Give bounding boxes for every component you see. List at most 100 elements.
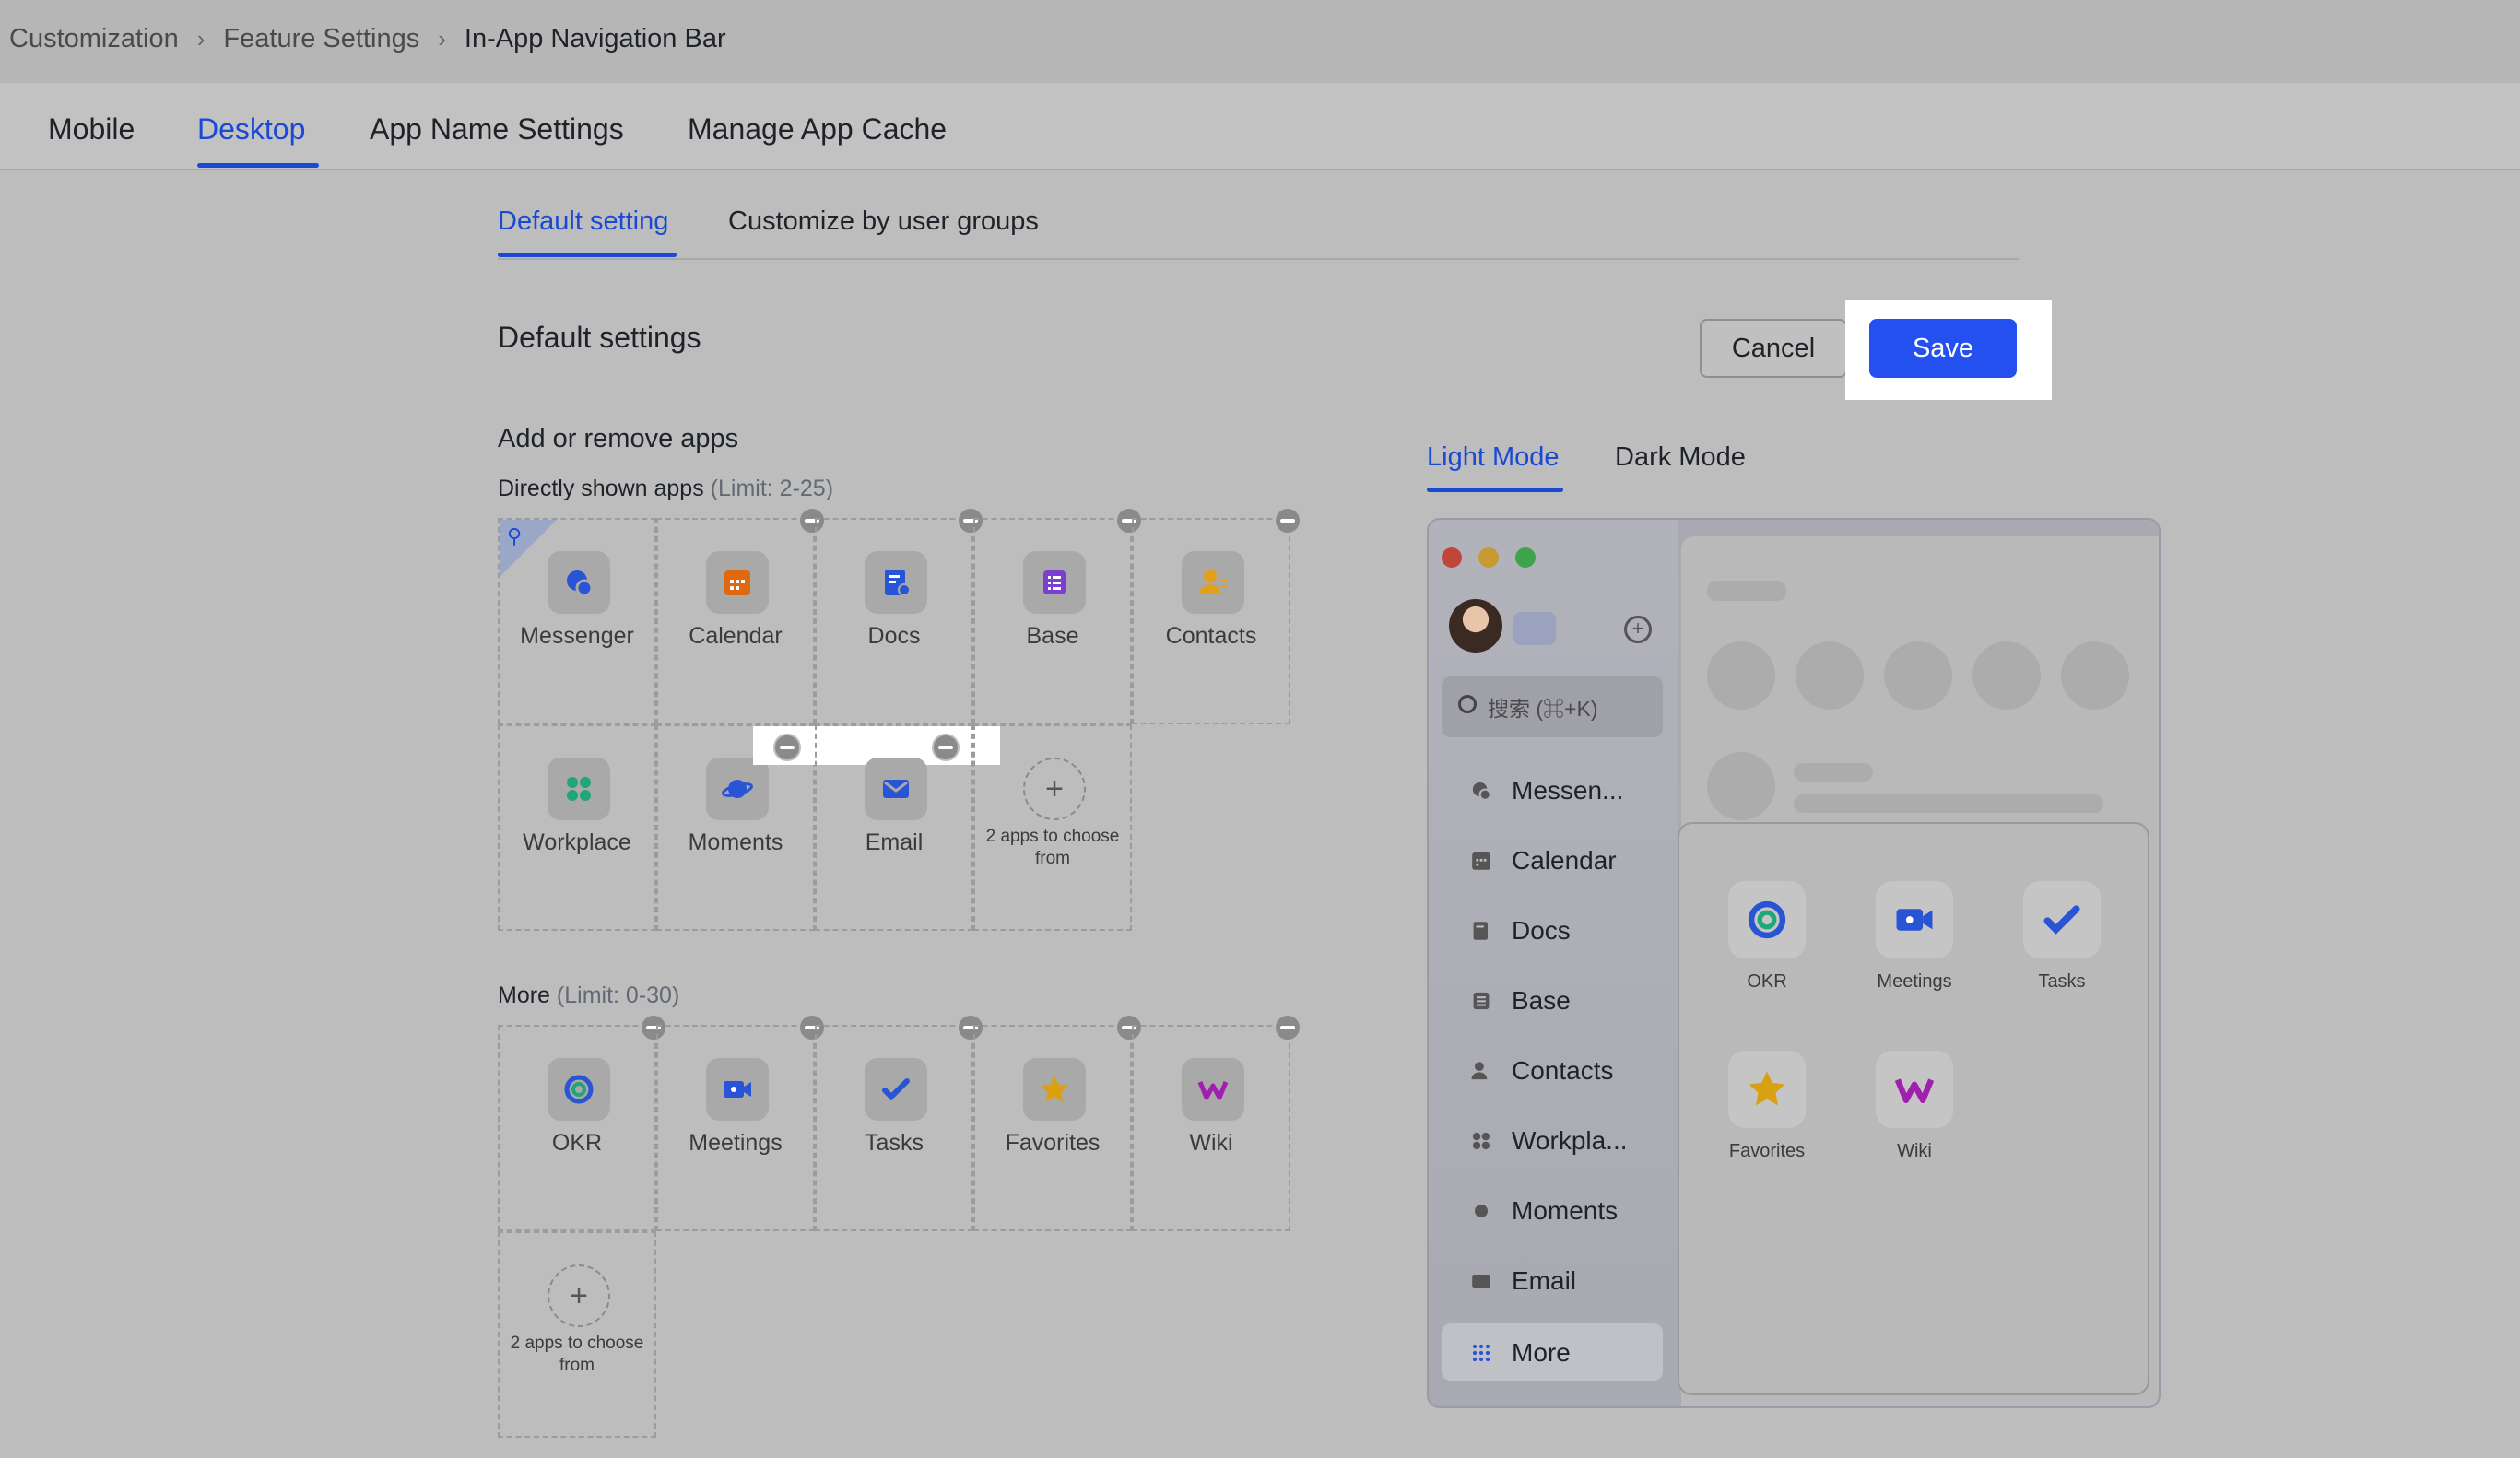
- app-cell-okr[interactable]: OKR: [498, 1014, 667, 1231]
- workplace-icon: [1467, 1127, 1495, 1155]
- more-grid-icon: [1467, 1339, 1495, 1367]
- app-cell-contacts[interactable]: Contacts: [1132, 507, 1301, 724]
- more-apps-panel: OKR Meetings Tasks Favorites Wiki: [1678, 822, 2149, 1395]
- app-cell-workplace[interactable]: Workplace: [498, 724, 656, 931]
- placeholder-bar: [1794, 763, 1873, 782]
- calendar-icon: [706, 551, 769, 614]
- tab-mobile[interactable]: Mobile: [48, 112, 135, 147]
- placeholder-circle: [2061, 641, 2129, 710]
- wiki-icon: [1182, 1058, 1244, 1121]
- window-close-icon: [1442, 547, 1462, 568]
- tasks-icon: [2023, 881, 2101, 958]
- subtab-default-setting[interactable]: Default setting: [498, 206, 668, 237]
- app-label: Email: [865, 829, 924, 855]
- add-apps-text: 2 apps to choose from: [510, 1334, 644, 1375]
- meetings-icon: [1876, 881, 1953, 958]
- app-label: Workplace: [523, 829, 631, 855]
- tab-desktop[interactable]: Desktop: [197, 112, 305, 147]
- app-label: Calendar: [689, 623, 783, 649]
- contacts-icon: [1467, 1057, 1495, 1085]
- direct-apps-label: Directly shown apps (Limit: 2-25): [498, 476, 834, 501]
- chevron-right-icon: ›: [196, 25, 206, 53]
- app-label: Meetings: [689, 1130, 783, 1156]
- base-icon: [1467, 987, 1495, 1015]
- more-app-favorites[interactable]: Favorites: [1707, 1051, 1827, 1162]
- tab-dark-mode[interactable]: Dark Mode: [1615, 442, 1746, 473]
- email-icon: [1467, 1267, 1495, 1295]
- calendar-icon: [1467, 847, 1495, 875]
- section-title: Add or remove apps: [498, 424, 739, 453]
- window-maximize-icon: [1515, 547, 1536, 568]
- add-app-cell[interactable]: + 2 apps to choose from: [973, 724, 1132, 931]
- app-cell-base[interactable]: Base: [973, 507, 1143, 724]
- app-cell-tasks[interactable]: Tasks: [815, 1014, 984, 1231]
- app-label: Wiki: [1189, 1130, 1233, 1156]
- moments-icon: [706, 758, 769, 820]
- remove-icon[interactable]: [773, 734, 801, 761]
- add-app-cell[interactable]: + 2 apps to choose from: [498, 1231, 656, 1438]
- more-app-okr[interactable]: OKR: [1707, 881, 1827, 993]
- app-label: Docs: [867, 623, 921, 649]
- moments-icon: [1467, 1197, 1495, 1225]
- app-cell-docs[interactable]: Docs: [815, 507, 984, 724]
- nav-item-messenger: Messen...: [1467, 776, 1623, 805]
- active-tab-indicator: [197, 163, 319, 168]
- add-icon: +: [1624, 616, 1652, 643]
- app-cell-messenger[interactable]: ⚲ Messenger: [498, 518, 656, 724]
- nav-item-workplace: Workpla...: [1467, 1126, 1628, 1156]
- app-cell-wiki[interactable]: Wiki: [1132, 1014, 1301, 1231]
- active-mode-indicator: [1427, 488, 1563, 492]
- tab-app-name-settings[interactable]: App Name Settings: [370, 112, 624, 147]
- favorites-icon: [1023, 1058, 1086, 1121]
- email-icon: [865, 758, 927, 820]
- app-cell-calendar[interactable]: Calendar: [656, 507, 826, 724]
- breadcrumb-customization[interactable]: Customization: [9, 24, 179, 54]
- cancel-button[interactable]: Cancel: [1700, 319, 1847, 378]
- nav-item-contacts: Contacts: [1467, 1056, 1614, 1086]
- page-title: Default settings: [498, 321, 701, 354]
- nav-item-more: More: [1467, 1338, 1571, 1368]
- app-cell-email[interactable]: Email: [815, 724, 973, 931]
- contacts-icon: [1182, 551, 1244, 614]
- remove-icon[interactable]: [1274, 1014, 1301, 1041]
- nav-item-moments: Moments: [1467, 1196, 1618, 1226]
- okr-icon: [548, 1058, 610, 1121]
- pin-icon: ⚲: [507, 524, 523, 547]
- plus-icon[interactable]: +: [1023, 758, 1086, 820]
- placeholder-circle: [1884, 641, 1952, 710]
- more-app-meetings[interactable]: Meetings: [1855, 881, 1974, 993]
- placeholder-circle: [1972, 641, 2041, 710]
- nav-item-email: Email: [1467, 1266, 1576, 1296]
- meetings-icon: [706, 1058, 769, 1121]
- wiki-icon: [1876, 1051, 1953, 1128]
- messenger-icon: [548, 551, 610, 614]
- docs-icon: [865, 551, 927, 614]
- breadcrumb-current: In-App Navigation Bar: [464, 24, 726, 53]
- more-app-wiki[interactable]: Wiki: [1855, 1051, 1974, 1162]
- add-apps-text: 2 apps to choose from: [985, 827, 1120, 868]
- nav-item-docs: Docs: [1467, 916, 1571, 946]
- tab-manage-app-cache[interactable]: Manage App Cache: [688, 112, 947, 147]
- remove-icon[interactable]: [1274, 507, 1301, 535]
- app-cell-favorites[interactable]: Favorites: [973, 1014, 1143, 1231]
- more-app-tasks[interactable]: Tasks: [2002, 881, 2122, 993]
- tab-light-mode[interactable]: Light Mode: [1427, 442, 1560, 473]
- save-button[interactable]: Save: [1869, 319, 2017, 378]
- placeholder-circle: [1796, 641, 1864, 710]
- sub-tabs: Default setting Customize by user groups: [498, 203, 2019, 260]
- avatar: [1449, 599, 1502, 653]
- app-cell-meetings[interactable]: Meetings: [656, 1014, 826, 1231]
- subtab-customize-by-user-groups[interactable]: Customize by user groups: [728, 206, 1039, 237]
- calendar-badge-icon: [1513, 612, 1556, 645]
- plus-icon[interactable]: +: [548, 1264, 610, 1327]
- search-placeholder: 搜索 (⌘+K): [1488, 697, 1598, 721]
- placeholder-bar: [1707, 581, 1786, 601]
- nav-item-base: Base: [1467, 986, 1571, 1016]
- breadcrumb: Customization › Feature Settings › In-Ap…: [9, 24, 726, 54]
- breadcrumb-feature-settings[interactable]: Feature Settings: [223, 24, 419, 54]
- app-label: Tasks: [865, 1130, 924, 1156]
- active-subtab-indicator: [498, 253, 677, 257]
- workplace-icon: [548, 758, 610, 820]
- search-icon: [1458, 695, 1477, 713]
- docs-icon: [1467, 917, 1495, 945]
